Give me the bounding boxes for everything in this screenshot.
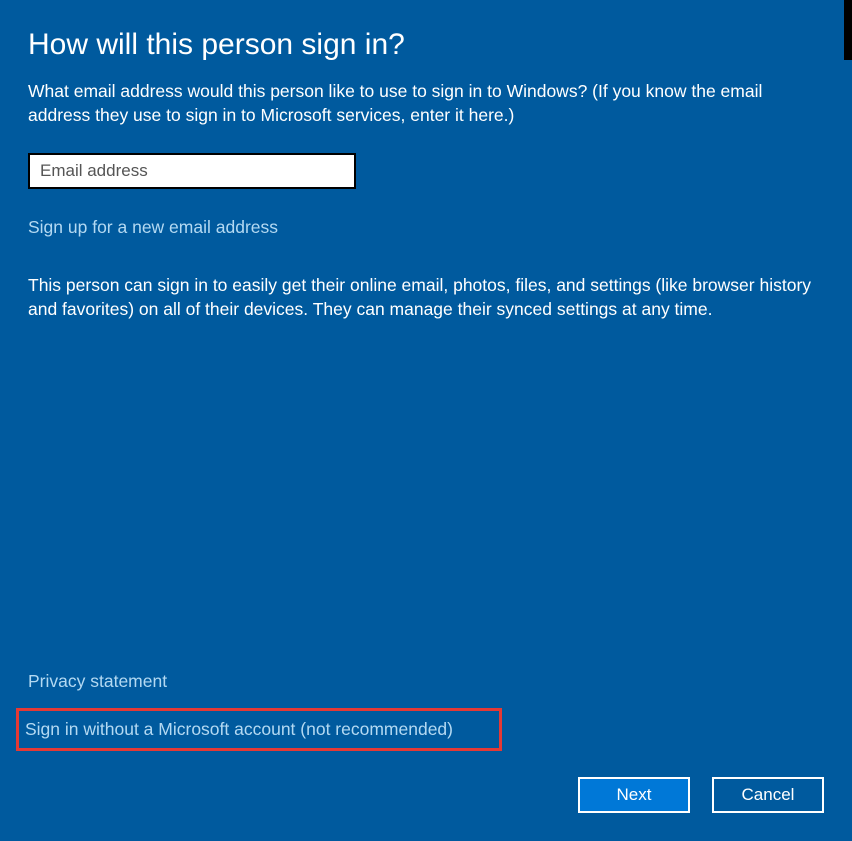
- highlight-annotation: Sign in without a Microsoft account (not…: [16, 708, 502, 751]
- next-button[interactable]: Next: [578, 777, 690, 813]
- bottom-links-section: Privacy statement Sign in without a Micr…: [28, 667, 502, 751]
- scrollbar-thumb[interactable]: [844, 0, 852, 60]
- description-text: What email address would this person lik…: [28, 80, 824, 127]
- sign-in-without-account-link[interactable]: Sign in without a Microsoft account (not…: [25, 719, 493, 740]
- button-row: Next Cancel: [578, 777, 824, 813]
- signup-new-email-link[interactable]: Sign up for a new email address: [28, 217, 278, 238]
- privacy-statement-link[interactable]: Privacy statement: [28, 667, 502, 696]
- page-title: How will this person sign in?: [28, 28, 824, 62]
- sync-info-text: This person can sign in to easily get th…: [28, 274, 824, 321]
- email-input[interactable]: [28, 153, 356, 189]
- dialog-container: How will this person sign in? What email…: [0, 0, 852, 322]
- cancel-button[interactable]: Cancel: [712, 777, 824, 813]
